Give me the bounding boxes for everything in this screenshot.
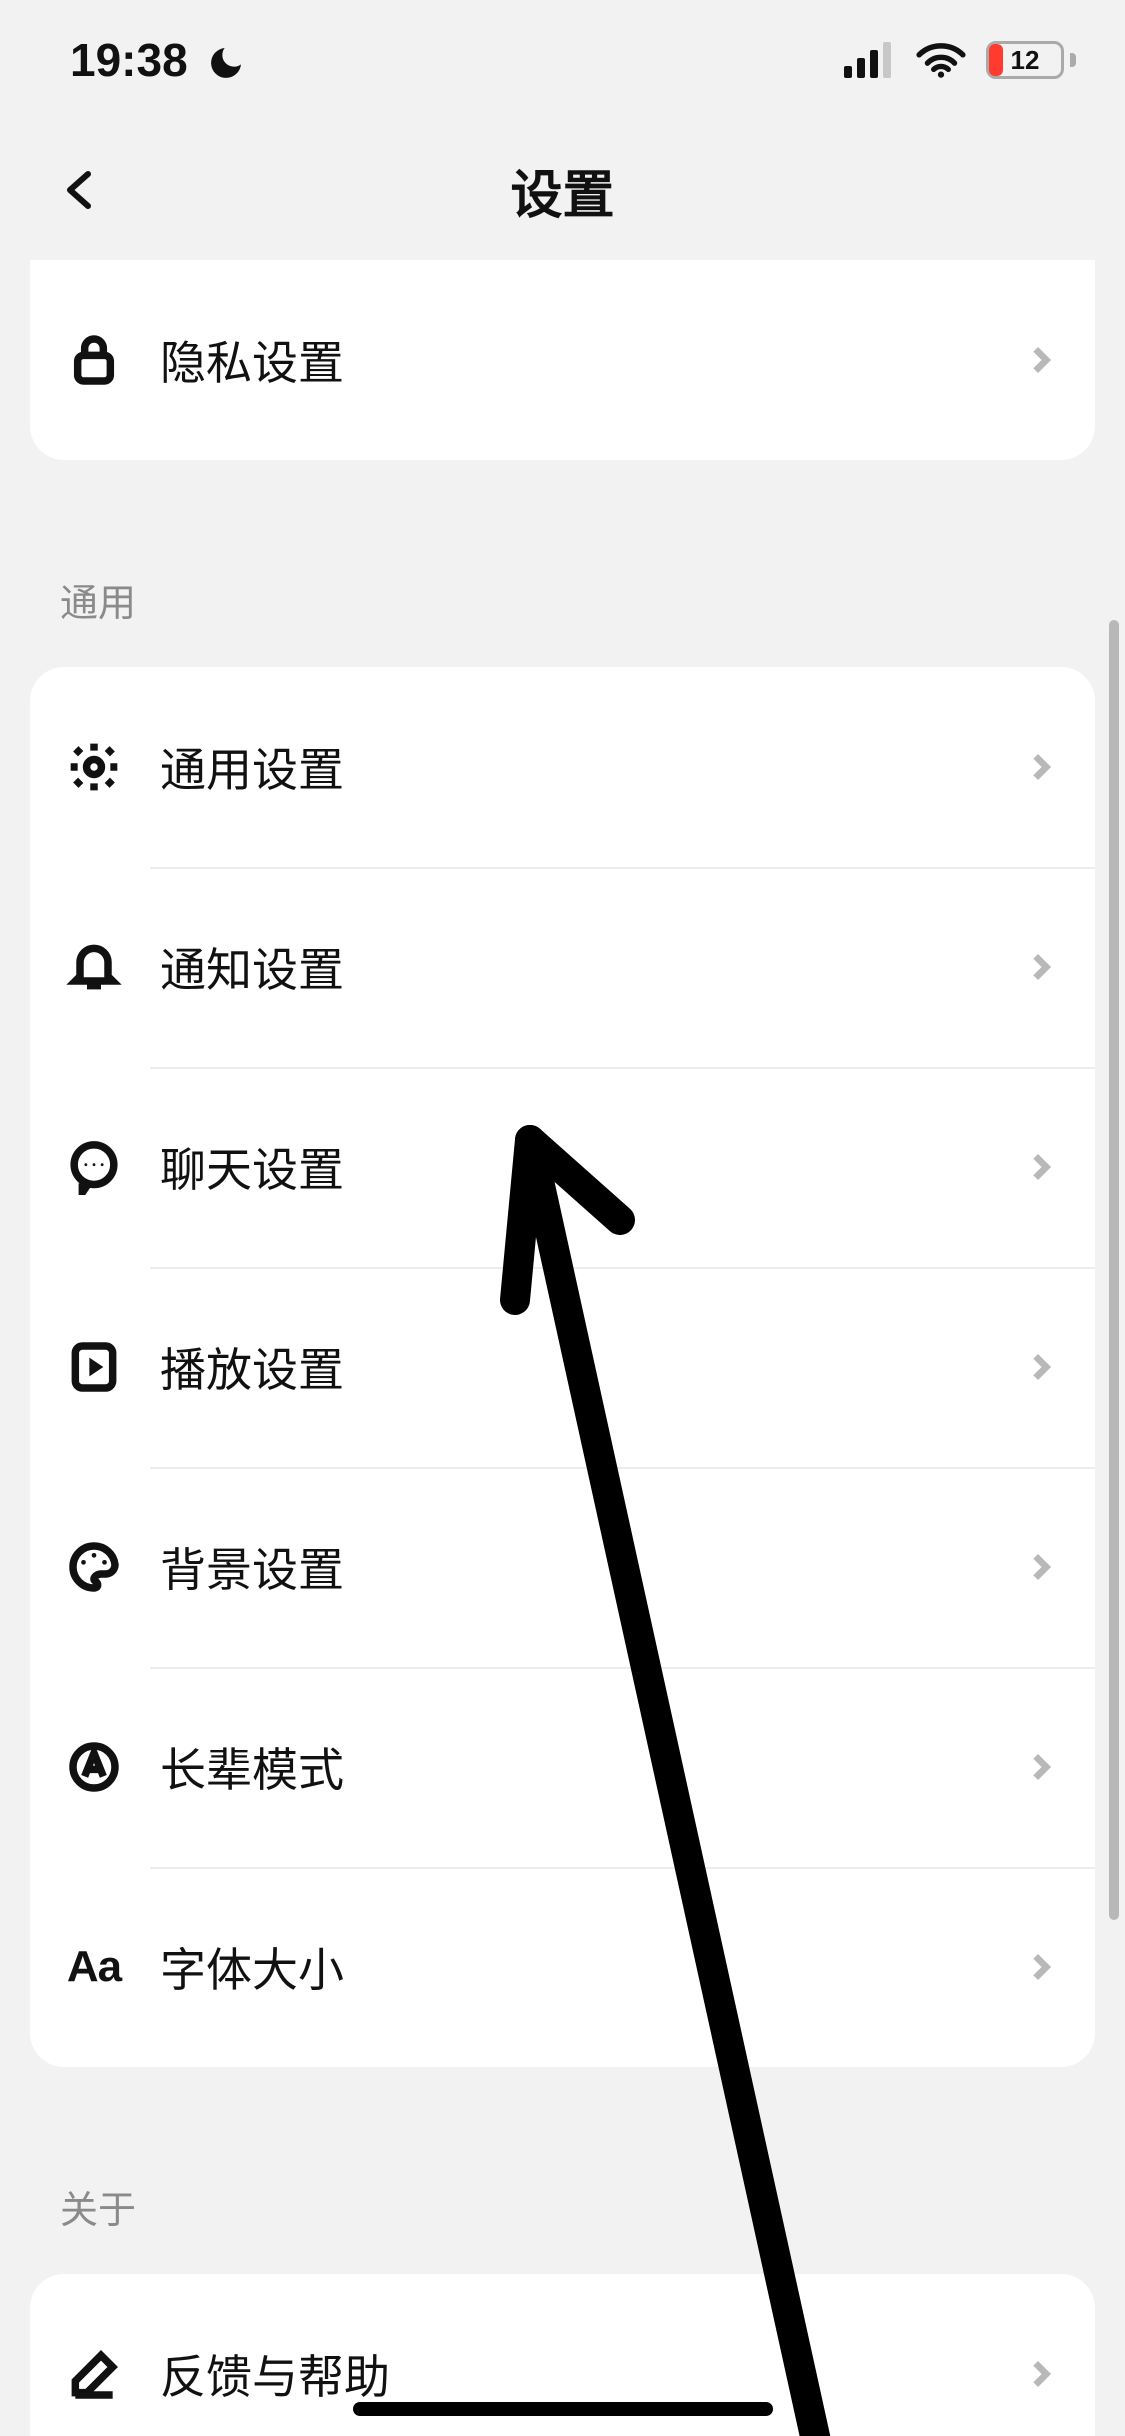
- settings-group-general: 通用设置 通知设置 聊天设置 播放设置: [30, 667, 1095, 2067]
- elder-icon: [62, 1735, 126, 1799]
- chevron-right-icon: [1025, 1751, 1057, 1783]
- row-font-size[interactable]: Aa 字体大小: [30, 1867, 1095, 2067]
- wifi-icon: [916, 41, 966, 79]
- cellular-signal-icon: [844, 42, 896, 78]
- play-icon: [62, 1335, 126, 1399]
- row-label: 字体大小: [160, 1934, 1025, 2000]
- row-label: 长辈模式: [160, 1734, 1025, 1800]
- do-not-disturb-icon: [206, 40, 246, 80]
- chevron-right-icon: [1025, 1351, 1057, 1383]
- chevron-right-icon: [1025, 1951, 1057, 1983]
- chevron-right-icon: [1025, 751, 1057, 783]
- chevron-right-icon: [1025, 1551, 1057, 1583]
- row-label: 播放设置: [160, 1334, 1025, 1400]
- chevron-right-icon: [1025, 951, 1057, 983]
- chat-icon: [62, 1135, 126, 1199]
- bell-icon: [62, 935, 126, 999]
- row-notification-settings[interactable]: 通知设置: [30, 867, 1095, 1067]
- font-icon: Aa: [62, 1935, 126, 1999]
- settings-group-privacy: 隐私设置: [30, 260, 1095, 460]
- battery-percentage: 12: [986, 40, 1064, 80]
- section-label-general: 通用: [30, 510, 1095, 667]
- lock-icon: [62, 328, 126, 392]
- palette-icon: [62, 1535, 126, 1599]
- chevron-right-icon: [1025, 1151, 1057, 1183]
- row-label: 通知设置: [160, 934, 1025, 1000]
- row-privacy-settings[interactable]: 隐私设置: [30, 260, 1095, 460]
- row-general-settings[interactable]: 通用设置: [30, 667, 1095, 867]
- row-playback-settings[interactable]: 播放设置: [30, 1267, 1095, 1467]
- status-time: 19:38: [70, 33, 188, 87]
- gear-icon: [62, 735, 126, 799]
- battery-indicator: 12: [986, 40, 1070, 80]
- row-label: 反馈与帮助: [160, 2341, 1025, 2407]
- row-label: 通用设置: [160, 734, 1025, 800]
- back-button[interactable]: [50, 160, 110, 220]
- row-background-settings[interactable]: 背景设置: [30, 1467, 1095, 1667]
- status-bar: 19:38 12: [0, 0, 1125, 120]
- pencil-icon: [62, 2342, 126, 2406]
- chevron-right-icon: [1025, 2358, 1057, 2390]
- section-label-about: 关于: [30, 2117, 1095, 2274]
- row-chat-settings[interactable]: 聊天设置: [30, 1067, 1095, 1267]
- navigation-bar: 设置: [0, 120, 1125, 260]
- chevron-right-icon: [1025, 344, 1057, 376]
- row-label: 聊天设置: [160, 1134, 1025, 1200]
- row-label: 隐私设置: [160, 327, 1025, 393]
- content: 隐私设置 通用 通用设置 通知设置 聊天设置: [0, 260, 1125, 2436]
- home-indicator: [353, 2402, 773, 2416]
- row-elder-mode[interactable]: 长辈模式: [30, 1667, 1095, 1867]
- scrollbar[interactable]: [1109, 620, 1119, 1920]
- row-label: 背景设置: [160, 1534, 1025, 1600]
- page-title: 设置: [510, 153, 614, 228]
